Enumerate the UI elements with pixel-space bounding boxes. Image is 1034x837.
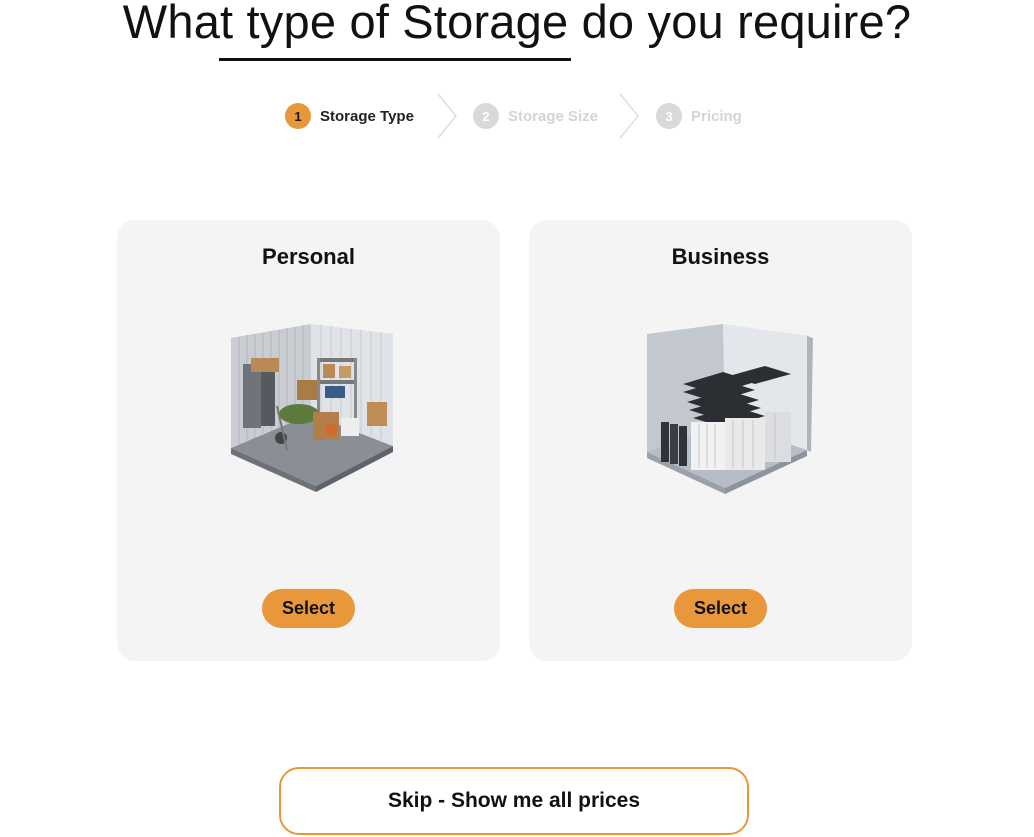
storage-type-page: What type of Storage do you require? 1 S…	[0, 0, 1034, 837]
step-number-badge: 2	[473, 103, 499, 129]
personal-storage-card[interactable]: Personal Select	[117, 220, 500, 661]
step-pricing[interactable]: 3 Pricing	[656, 92, 742, 140]
title-underline	[219, 58, 571, 61]
business-storage-card[interactable]: Business Select	[529, 220, 912, 661]
page-title: What type of Storage do you require?	[122, 0, 912, 48]
card-title: Business	[671, 244, 770, 269]
storage-unit-office-files-icon	[647, 324, 813, 494]
step-label: Storage Type	[320, 107, 414, 125]
progress-stepper: 1 Storage Type 2 Storage Size 3 Pricing	[0, 92, 1034, 140]
step-number-badge: 3	[656, 103, 682, 129]
storage-unit-household-items-icon	[231, 324, 393, 492]
skip-show-all-prices-button[interactable]: Skip - Show me all prices	[279, 767, 749, 835]
select-business-button[interactable]: Select	[674, 589, 767, 628]
card-title: Personal	[262, 244, 355, 269]
chevron-right-icon	[437, 93, 457, 139]
step-storage-size[interactable]: 2 Storage Size	[473, 92, 598, 140]
step-label: Storage Size	[508, 107, 599, 125]
step-label: Pricing	[691, 107, 742, 125]
chevron-right-icon	[619, 93, 639, 139]
select-personal-button[interactable]: Select	[262, 589, 355, 628]
step-storage-type[interactable]: 1 Storage Type	[285, 92, 414, 140]
step-number-badge: 1	[285, 103, 311, 129]
